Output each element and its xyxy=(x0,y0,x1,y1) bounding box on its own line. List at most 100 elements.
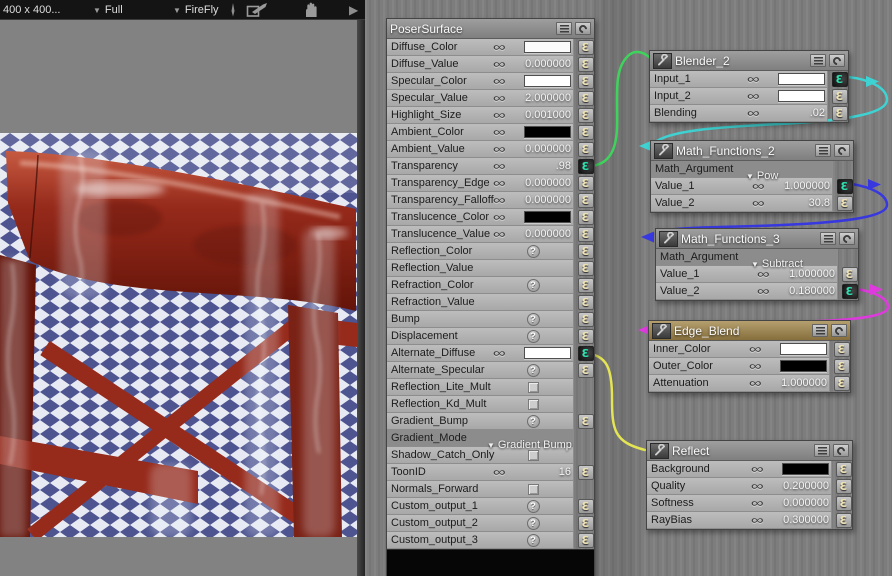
node-math-functions-2[interactable]: Math_Functions_2Math_Argument▼PowValue_1… xyxy=(650,140,854,213)
chain-link-icon[interactable]: ∞ xyxy=(493,195,506,205)
chain-link-icon[interactable]: ∞ xyxy=(751,498,764,508)
plug-icon[interactable]: Ɛ xyxy=(837,179,853,194)
question-icon[interactable]: ? xyxy=(527,517,540,530)
node-preview-toggle-button[interactable] xyxy=(833,444,849,457)
color-swatch[interactable] xyxy=(524,126,571,138)
chain-link-icon[interactable]: ∞ xyxy=(493,110,506,120)
color-swatch[interactable] xyxy=(778,73,825,85)
chain-link-icon[interactable]: ∞ xyxy=(747,108,760,118)
plug-icon[interactable]: Ɛ xyxy=(836,479,852,494)
node-preview-toggle-button[interactable] xyxy=(829,54,845,67)
question-icon[interactable]: ? xyxy=(527,330,540,343)
param-value[interactable]: .02 xyxy=(810,107,825,119)
plug-icon[interactable]: Ɛ xyxy=(578,142,594,157)
param-value[interactable]: 30.8 xyxy=(809,197,830,209)
chain-link-icon[interactable]: ∞ xyxy=(493,59,506,69)
node-math-functions-3[interactable]: Math_Functions_3Math_Argument▼SubtractVa… xyxy=(655,228,859,301)
node-menu-button[interactable] xyxy=(814,444,830,457)
param-value[interactable]: 16 xyxy=(559,466,571,478)
node-preview-toggle-button[interactable] xyxy=(831,324,847,337)
plug-icon[interactable]: Ɛ xyxy=(578,74,594,89)
plug-icon[interactable]: Ɛ xyxy=(842,284,858,299)
node-header[interactable]: Edge_Blend xyxy=(649,321,850,341)
param-value[interactable]: 1.000000 xyxy=(781,377,827,389)
chain-link-icon[interactable]: ∞ xyxy=(493,161,506,171)
node-preview-toggle-button[interactable] xyxy=(839,232,855,245)
plug-icon[interactable]: Ɛ xyxy=(578,278,594,293)
param-value[interactable]: 0.000000 xyxy=(783,497,829,509)
param-value[interactable]: 0.300000 xyxy=(783,514,829,526)
plug-icon[interactable]: Ɛ xyxy=(578,91,594,106)
view-dropdown[interactable]: ▼ Full xyxy=(93,0,123,20)
chain-link-icon[interactable]: ∞ xyxy=(493,76,506,86)
node-blender-2[interactable]: Blender_2Input_1∞ƐInput_2∞ƐBlending∞.02Ɛ xyxy=(649,50,849,123)
chain-link-icon[interactable]: ∞ xyxy=(749,344,762,354)
node-preview-toggle-button[interactable] xyxy=(834,144,850,157)
chain-link-icon[interactable]: ∞ xyxy=(749,361,762,371)
node-header[interactable]: Blender_2 xyxy=(650,51,848,71)
plug-icon[interactable]: Ɛ xyxy=(578,57,594,72)
plug-icon[interactable]: Ɛ xyxy=(834,359,850,374)
chain-link-icon[interactable]: ∞ xyxy=(493,42,506,52)
chain-link-icon[interactable]: ∞ xyxy=(493,127,506,137)
node-header[interactable]: PoserSurface xyxy=(387,19,594,39)
param-value[interactable]: 0.180000 xyxy=(789,285,835,297)
node-posersurface[interactable]: PoserSurface Diffuse_Color∞ƐDiffuse_Valu… xyxy=(386,18,595,576)
plug-icon[interactable]: Ɛ xyxy=(578,40,594,55)
expand-arrow-icon[interactable]: ▶ xyxy=(349,0,358,20)
plug-icon[interactable]: Ɛ xyxy=(578,295,594,310)
node-menu-button[interactable] xyxy=(820,232,836,245)
plug-icon[interactable]: Ɛ xyxy=(578,499,594,514)
plug-icon[interactable]: Ɛ xyxy=(837,196,853,211)
checkbox[interactable] xyxy=(528,450,539,461)
plug-icon[interactable]: Ɛ xyxy=(834,376,850,391)
chain-link-icon[interactable]: ∞ xyxy=(752,181,765,191)
chain-link-icon[interactable]: ∞ xyxy=(493,93,506,103)
param-value[interactable]: 0.000000 xyxy=(525,194,571,206)
plug-icon[interactable]: Ɛ xyxy=(842,267,858,282)
color-swatch[interactable] xyxy=(524,211,571,223)
chain-link-icon[interactable]: ∞ xyxy=(757,286,770,296)
checkbox[interactable] xyxy=(528,382,539,393)
chain-link-icon[interactable]: ∞ xyxy=(747,74,760,84)
color-swatch[interactable] xyxy=(778,90,825,102)
param-dropdown[interactable]: ▼Subtract xyxy=(751,258,803,270)
plug-icon[interactable]: Ɛ xyxy=(578,533,594,548)
hand-pan-icon[interactable] xyxy=(303,0,319,20)
param-value[interactable]: 1.000000 xyxy=(784,180,830,192)
color-swatch[interactable] xyxy=(524,75,571,87)
plug-icon[interactable]: Ɛ xyxy=(578,329,594,344)
param-dropdown[interactable]: ▼Gradient Bump xyxy=(487,439,572,451)
chain-link-icon[interactable]: ∞ xyxy=(747,91,760,101)
color-swatch[interactable] xyxy=(524,41,571,53)
plug-icon[interactable]: Ɛ xyxy=(836,496,852,511)
brush-icon[interactable] xyxy=(229,0,237,20)
node-reflect[interactable]: ReflectBackground∞ƐQuality∞0.200000ƐSoft… xyxy=(646,440,853,530)
node-menu-button[interactable] xyxy=(815,144,831,157)
node-menu-button[interactable] xyxy=(810,54,826,67)
plug-icon[interactable]: Ɛ xyxy=(578,244,594,259)
plug-icon[interactable]: Ɛ xyxy=(832,89,848,104)
plug-icon[interactable]: Ɛ xyxy=(578,108,594,123)
plug-icon[interactable]: Ɛ xyxy=(578,516,594,531)
question-icon[interactable]: ? xyxy=(527,245,540,258)
param-value[interactable]: 0.200000 xyxy=(783,480,829,492)
plug-icon[interactable]: Ɛ xyxy=(578,346,594,361)
resolution-label[interactable]: 400 x 400... xyxy=(3,0,61,20)
chain-link-icon[interactable]: ∞ xyxy=(493,467,506,477)
plug-icon[interactable]: Ɛ xyxy=(832,72,848,87)
param-value[interactable]: 0.000000 xyxy=(525,177,571,189)
color-swatch[interactable] xyxy=(780,343,827,355)
plug-icon[interactable]: Ɛ xyxy=(832,106,848,121)
param-value[interactable]: 0.001000 xyxy=(525,109,571,121)
color-swatch[interactable] xyxy=(780,360,827,372)
eyedropper-icon[interactable] xyxy=(246,0,270,20)
node-header[interactable]: Math_Functions_3 xyxy=(656,229,858,249)
renderer-dropdown[interactable]: ▼ FireFly xyxy=(173,0,219,20)
chain-link-icon[interactable]: ∞ xyxy=(493,212,506,222)
plug-icon[interactable]: Ɛ xyxy=(578,125,594,140)
plug-icon[interactable]: Ɛ xyxy=(578,227,594,242)
plug-icon[interactable]: Ɛ xyxy=(836,462,852,477)
plug-icon[interactable]: Ɛ xyxy=(578,465,594,480)
param-value[interactable]: 0.000000 xyxy=(525,58,571,70)
